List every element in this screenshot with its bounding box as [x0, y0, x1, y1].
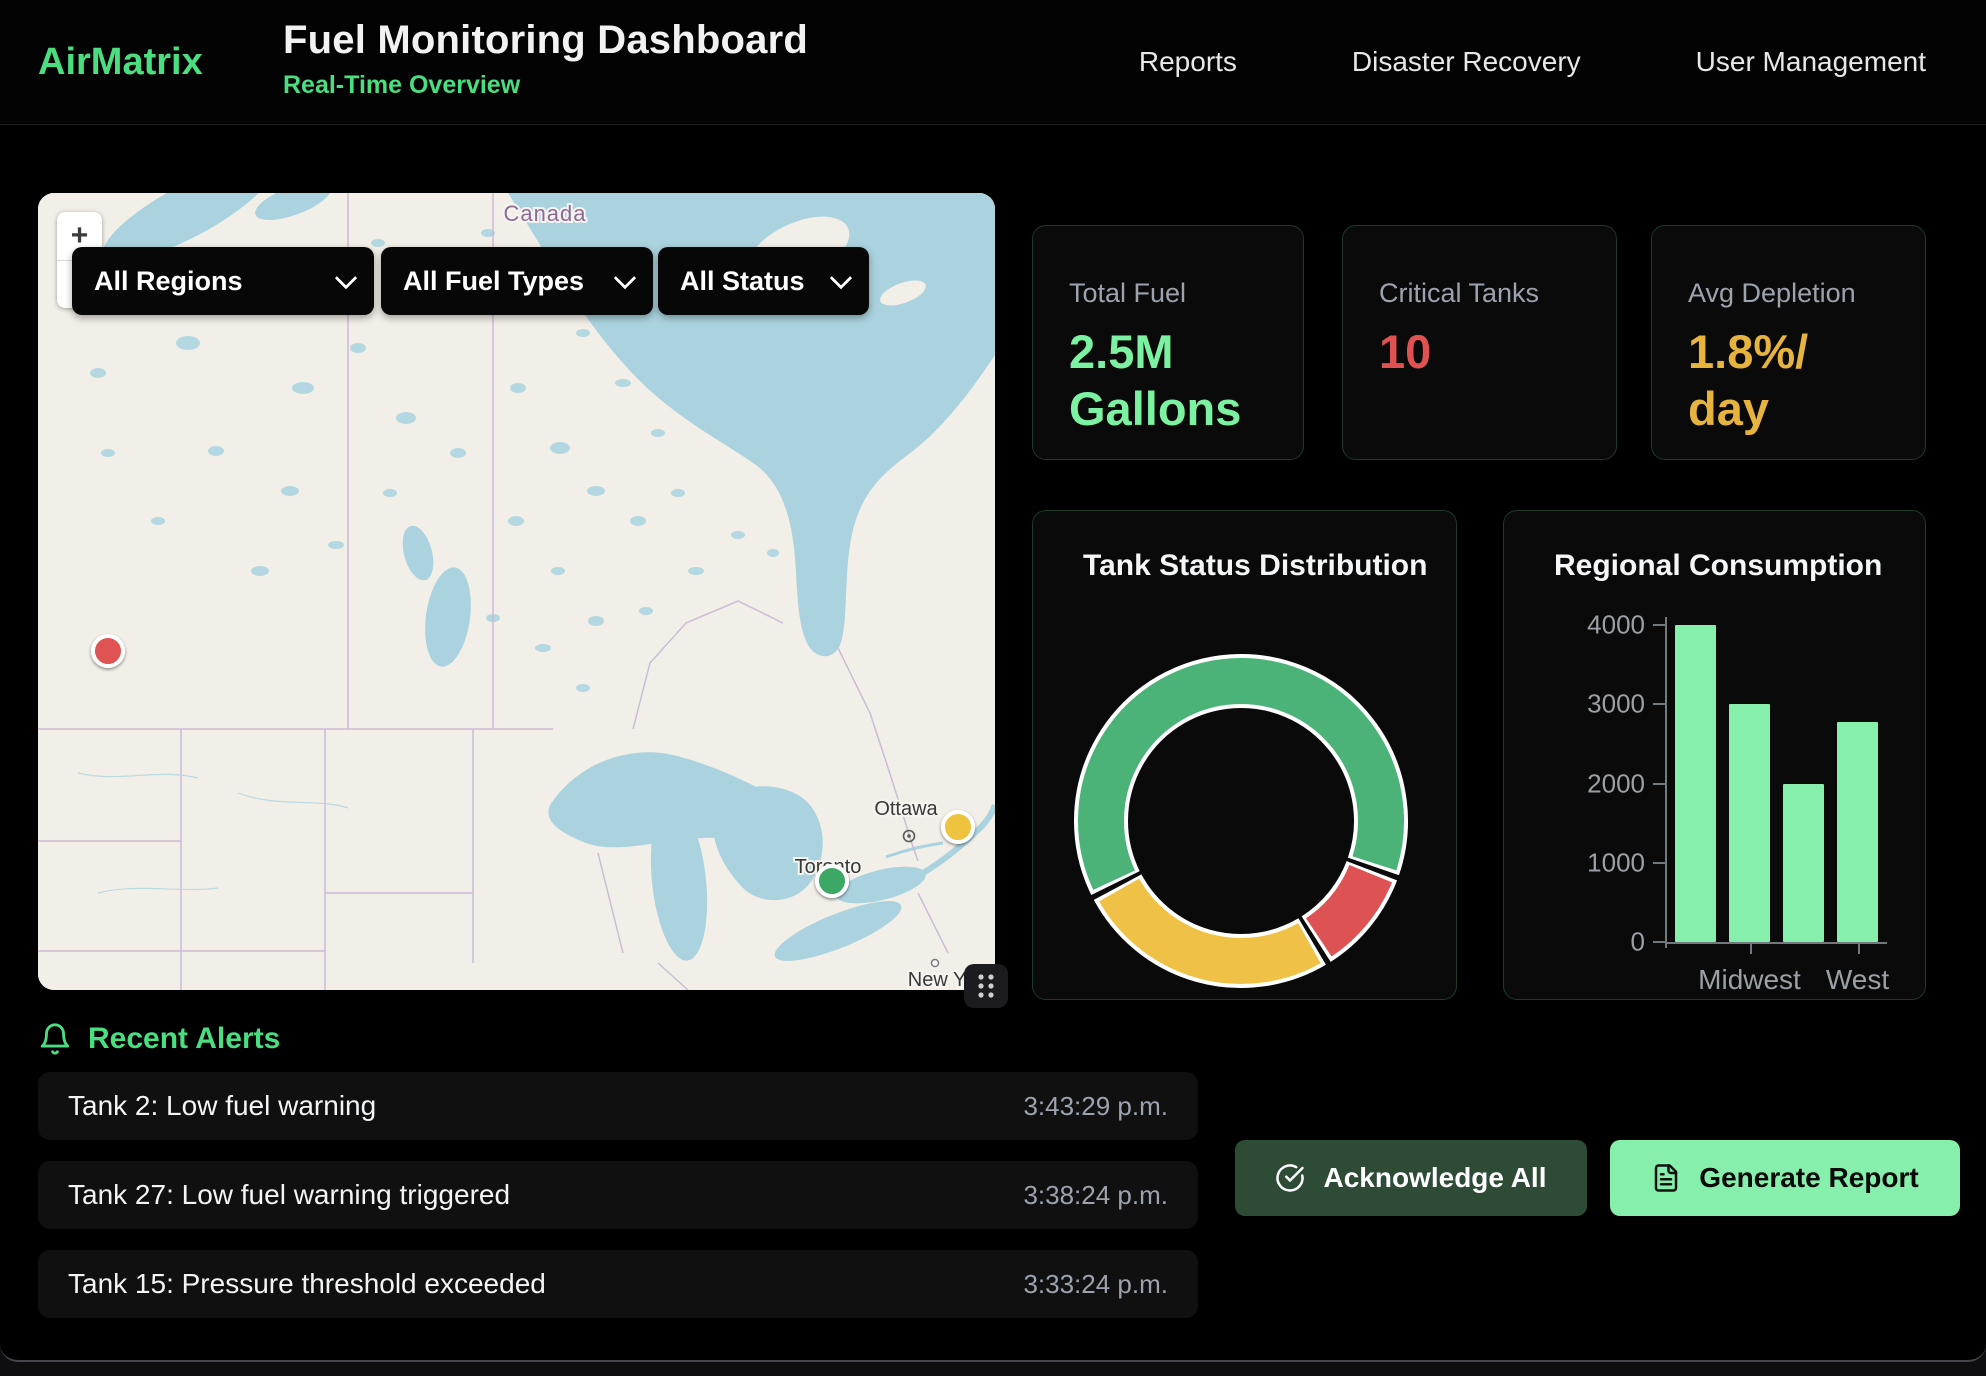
main-nav: Reports Disaster Recovery User Managemen…: [1139, 0, 1926, 124]
y-tick-label: 3000: [1587, 689, 1645, 720]
recent-alerts-header: Recent Alerts: [38, 1022, 280, 1056]
region-filter-value: All Regions: [94, 266, 243, 297]
file-text-icon: [1651, 1163, 1681, 1193]
alert-row: Tank 27: Low fuel warning triggered 3:38…: [38, 1161, 1198, 1229]
alert-text: Tank 27: Low fuel warning triggered: [68, 1179, 510, 1211]
town-dot-icon: [932, 960, 939, 967]
brand-logo: AirMatrix: [38, 0, 203, 124]
tank-status-distribution-panel: Tank Status Distribution: [1032, 510, 1457, 1000]
alert-row: Tank 15: Pressure threshold exceeded 3:3…: [38, 1250, 1198, 1318]
warning-tank-marker[interactable]: [943, 812, 973, 842]
axis: [1653, 624, 1665, 626]
axis: [1858, 944, 1860, 954]
chevron-down-icon: [830, 267, 853, 290]
axis: [1750, 944, 1752, 954]
map-label-country: Canada: [503, 201, 586, 226]
bar: [1729, 704, 1770, 942]
nav-item-disaster-recovery[interactable]: Disaster Recovery: [1352, 46, 1581, 78]
page-title: Fuel Monitoring Dashboard: [283, 18, 808, 63]
stat-card-avg-depletion: Avg Depletion 1.8%/day: [1651, 225, 1926, 460]
fuel-type-filter-select[interactable]: All Fuel Types: [381, 247, 653, 315]
title-block: Fuel Monitoring Dashboard Real-Time Over…: [283, 18, 808, 100]
stat-card-critical-tanks: Critical Tanks 10: [1342, 225, 1617, 460]
tank-status-donut-chart: [1033, 511, 1458, 1001]
bell-icon: [38, 1022, 72, 1056]
y-tick-label: 0: [1631, 927, 1645, 958]
y-tick-label: 4000: [1587, 610, 1645, 641]
bar: [1675, 625, 1716, 942]
alert-time: 3:33:24 p.m.: [1023, 1269, 1168, 1300]
stat-label: Total Fuel: [1069, 278, 1267, 309]
stat-value: 10: [1379, 323, 1580, 380]
stat-label: Critical Tanks: [1379, 278, 1580, 309]
axis: [1653, 783, 1665, 785]
regional-consumption-bar-chart: 0 1000 2000 3000 4000 Midwest West: [1504, 511, 1925, 999]
header: AirMatrix Fuel Monitoring Dashboard Real…: [0, 0, 1986, 125]
stat-card-total-fuel: Total Fuel 2.5MGallons: [1032, 225, 1304, 460]
stat-value: 2.5MGallons: [1069, 323, 1267, 438]
nav-item-reports[interactable]: Reports: [1139, 46, 1237, 78]
alert-time: 3:43:29 p.m.: [1023, 1091, 1168, 1122]
nav-item-user-management[interactable]: User Management: [1696, 46, 1926, 78]
chevron-down-icon: [335, 267, 358, 290]
page-subtitle: Real-Time Overview: [283, 71, 808, 100]
tank-map[interactable]: Canada Ottawa Toronto New York + − All R…: [38, 193, 995, 990]
axis: [1653, 941, 1665, 943]
axis: [1653, 703, 1665, 705]
status-filter-value: All Status: [680, 266, 805, 297]
bar: [1837, 722, 1878, 942]
region-filter-select[interactable]: All Regions: [72, 247, 374, 315]
regional-consumption-panel: Regional Consumption 01000200030004000Mi…: [1503, 510, 1926, 1000]
map-label-capital: Ottawa: [874, 798, 938, 820]
drag-grip-handle[interactable]: [964, 964, 1008, 1008]
fuel-type-filter-value: All Fuel Types: [403, 266, 584, 297]
critical-tank-marker[interactable]: [93, 636, 123, 666]
stat-label: Avg Depletion: [1688, 278, 1889, 309]
acknowledge-all-button[interactable]: Acknowledge All: [1235, 1140, 1587, 1216]
axis: [1653, 862, 1665, 864]
alert-time: 3:38:24 p.m.: [1023, 1180, 1168, 1211]
chevron-down-icon: [614, 267, 637, 290]
normal-tank-marker[interactable]: [817, 866, 847, 896]
alert-text: Tank 15: Pressure threshold exceeded: [68, 1268, 546, 1300]
recent-alerts-title: Recent Alerts: [88, 1022, 280, 1056]
fuel-monitoring-dashboard: AirMatrix Fuel Monitoring Dashboard Real…: [0, 0, 1986, 1362]
x-label: Midwest: [1698, 964, 1801, 996]
bar: [1783, 784, 1824, 943]
axis: [1665, 942, 1887, 944]
check-circle-icon: [1275, 1163, 1305, 1193]
stat-value: 1.8%/day: [1688, 323, 1889, 438]
axis: [1665, 617, 1667, 948]
generate-report-button[interactable]: Generate Report: [1610, 1140, 1960, 1216]
y-tick-label: 2000: [1587, 768, 1645, 799]
x-label: West: [1826, 964, 1889, 996]
alert-row: Tank 2: Low fuel warning 3:43:29 p.m.: [38, 1072, 1198, 1140]
y-tick-label: 1000: [1587, 847, 1645, 878]
grip-dots-icon: [964, 964, 1008, 1008]
status-filter-select[interactable]: All Status: [658, 247, 869, 315]
alert-text: Tank 2: Low fuel warning: [68, 1090, 376, 1122]
